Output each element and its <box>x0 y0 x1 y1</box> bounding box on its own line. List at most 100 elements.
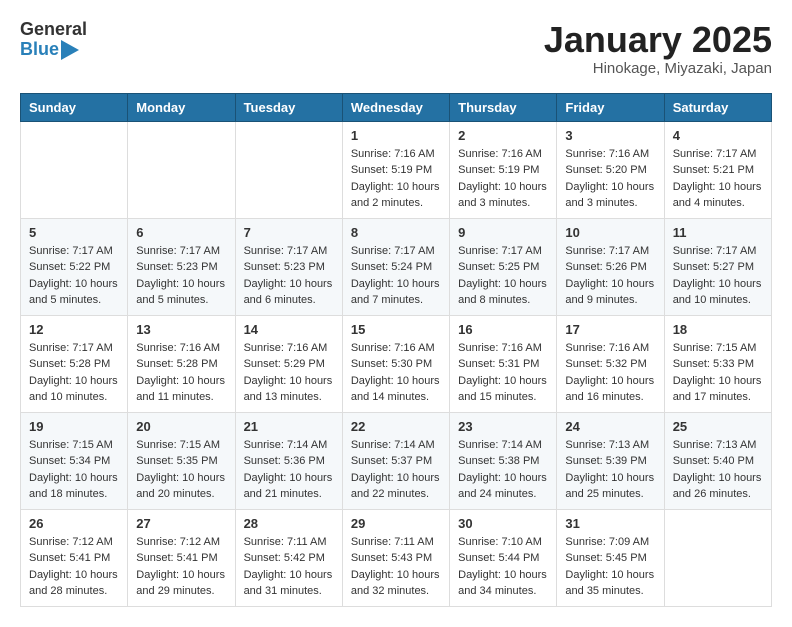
day-info: Sunrise: 7:16 AM Sunset: 5:28 PM Dayligh… <box>136 340 226 406</box>
day-number: 25 <box>673 419 763 434</box>
day-number: 11 <box>673 225 763 240</box>
calendar-cell <box>235 121 342 218</box>
calendar-cell: 18Sunrise: 7:15 AM Sunset: 5:33 PM Dayli… <box>664 315 771 412</box>
calendar-cell <box>664 509 771 606</box>
day-info: Sunrise: 7:15 AM Sunset: 5:34 PM Dayligh… <box>29 437 119 503</box>
day-number: 31 <box>565 516 655 531</box>
calendar-cell: 3Sunrise: 7:16 AM Sunset: 5:20 PM Daylig… <box>557 121 664 218</box>
day-number: 14 <box>244 322 334 337</box>
calendar-cell: 1 Sunrise: 7:16 AM Sunset: 5:19 PM Daylig… <box>342 121 449 218</box>
day-info: Sunrise: 7:14 AM Sunset: 5:38 PM Dayligh… <box>458 437 548 503</box>
weekday-header-monday: Monday <box>128 93 235 121</box>
day-info: Sunrise: 7:14 AM Sunset: 5:37 PM Dayligh… <box>351 437 441 503</box>
day-info: Sunrise: 7:13 AM Sunset: 5:39 PM Dayligh… <box>565 437 655 503</box>
calendar-cell: 12 Sunrise: 7:17 AM Sunset: 5:28 PM Dayli… <box>21 315 128 412</box>
calendar-cell: 25Sunrise: 7:13 AM Sunset: 5:40 PM Dayli… <box>664 412 771 509</box>
day-info: Sunrise: 7:16 AM Sunset: 5:19 PM Dayligh… <box>351 146 441 212</box>
day-info: Sunrise: 7:17 AM Sunset: 5:28 PM Dayligh… <box>29 340 119 406</box>
day-info: Sunrise: 7:15 AM Sunset: 5:33 PM Dayligh… <box>673 340 763 406</box>
logo-general-text: General <box>20 20 87 40</box>
day-number: 23 <box>458 419 548 434</box>
day-number: 5 <box>29 225 119 240</box>
weekday-header-friday: Friday <box>557 93 664 121</box>
calendar-cell: 27 Sunrise: 7:12 AM Sunset: 5:41 PM Dayli… <box>128 509 235 606</box>
calendar-cell: 29Sunrise: 7:11 AM Sunset: 5:43 PM Dayli… <box>342 509 449 606</box>
logo: General Blue <box>20 20 87 60</box>
calendar-week-row: 19 Sunrise: 7:15 AM Sunset: 5:34 PM Dayli… <box>21 412 772 509</box>
day-info: Sunrise: 7:17 AM Sunset: 5:25 PM Dayligh… <box>458 243 548 309</box>
calendar-cell: 16 Sunrise: 7:16 AM Sunset: 5:31 PM Dayli… <box>450 315 557 412</box>
calendar-cell: 30 Sunrise: 7:10 AM Sunset: 5:44 PM Dayli… <box>450 509 557 606</box>
day-number: 4 <box>673 128 763 143</box>
day-number: 29 <box>351 516 441 531</box>
day-number: 19 <box>29 419 119 434</box>
day-number: 22 <box>351 419 441 434</box>
calendar-cell: 6Sunrise: 7:17 AM Sunset: 5:23 PM Daylig… <box>128 218 235 315</box>
calendar-week-row: 26 Sunrise: 7:12 AM Sunset: 5:41 PM Dayli… <box>21 509 772 606</box>
logo-blue-text: Blue <box>20 40 59 60</box>
day-info: Sunrise: 7:17 AM Sunset: 5:21 PM Dayligh… <box>673 146 763 212</box>
day-info: Sunrise: 7:10 AM Sunset: 5:44 PM Dayligh… <box>458 534 548 600</box>
day-number: 17 <box>565 322 655 337</box>
day-info: Sunrise: 7:16 AM Sunset: 5:32 PM Dayligh… <box>565 340 655 406</box>
calendar-cell: 28Sunrise: 7:11 AM Sunset: 5:42 PM Dayli… <box>235 509 342 606</box>
calendar-cell: 9Sunrise: 7:17 AM Sunset: 5:25 PM Daylig… <box>450 218 557 315</box>
logo-arrow-icon <box>61 40 79 60</box>
calendar-table: SundayMondayTuesdayWednesdayThursdayFrid… <box>20 93 772 607</box>
day-number: 15 <box>351 322 441 337</box>
day-number: 16 <box>458 322 548 337</box>
title-block: January 2025 Hinokage, Miyazaki, Japan <box>544 20 772 77</box>
calendar-cell: 7 Sunrise: 7:17 AM Sunset: 5:23 PM Daylig… <box>235 218 342 315</box>
day-number: 13 <box>136 322 226 337</box>
day-number: 1 <box>351 128 441 143</box>
calendar-cell: 5 Sunrise: 7:17 AM Sunset: 5:22 PM Daylig… <box>21 218 128 315</box>
calendar-cell: 24Sunrise: 7:13 AM Sunset: 5:39 PM Dayli… <box>557 412 664 509</box>
calendar-cell: 31Sunrise: 7:09 AM Sunset: 5:45 PM Dayli… <box>557 509 664 606</box>
day-number: 8 <box>351 225 441 240</box>
day-info: Sunrise: 7:17 AM Sunset: 5:27 PM Dayligh… <box>673 243 763 309</box>
day-number: 7 <box>244 225 334 240</box>
location-subtitle: Hinokage, Miyazaki, Japan <box>544 60 772 77</box>
day-number: 26 <box>29 516 119 531</box>
calendar-cell: 11 Sunrise: 7:17 AM Sunset: 5:27 PM Dayli… <box>664 218 771 315</box>
day-info: Sunrise: 7:17 AM Sunset: 5:24 PM Dayligh… <box>351 243 441 309</box>
calendar-cell: 23 Sunrise: 7:14 AM Sunset: 5:38 PM Dayli… <box>450 412 557 509</box>
calendar-week-row: 12 Sunrise: 7:17 AM Sunset: 5:28 PM Dayli… <box>21 315 772 412</box>
day-info: Sunrise: 7:12 AM Sunset: 5:41 PM Dayligh… <box>136 534 226 600</box>
calendar-cell: 26Sunrise: 7:12 AM Sunset: 5:41 PM Dayli… <box>21 509 128 606</box>
calendar-cell: 2Sunrise: 7:16 AM Sunset: 5:19 PM Daylig… <box>450 121 557 218</box>
day-number: 3 <box>565 128 655 143</box>
calendar-cell: 13 Sunrise: 7:16 AM Sunset: 5:28 PM Dayli… <box>128 315 235 412</box>
day-info: Sunrise: 7:14 AM Sunset: 5:36 PM Dayligh… <box>244 437 334 503</box>
day-info: Sunrise: 7:17 AM Sunset: 5:22 PM Dayligh… <box>29 243 119 309</box>
day-number: 21 <box>244 419 334 434</box>
calendar-cell: 22 Sunrise: 7:14 AM Sunset: 5:37 PM Dayli… <box>342 412 449 509</box>
day-info: Sunrise: 7:16 AM Sunset: 5:31 PM Dayligh… <box>458 340 548 406</box>
calendar-week-row: 1 Sunrise: 7:16 AM Sunset: 5:19 PM Daylig… <box>21 121 772 218</box>
weekday-header-thursday: Thursday <box>450 93 557 121</box>
calendar-cell: 14 Sunrise: 7:16 AM Sunset: 5:29 PM Dayli… <box>235 315 342 412</box>
calendar-cell <box>128 121 235 218</box>
day-info: Sunrise: 7:16 AM Sunset: 5:30 PM Dayligh… <box>351 340 441 406</box>
day-number: 20 <box>136 419 226 434</box>
day-number: 10 <box>565 225 655 240</box>
day-info: Sunrise: 7:17 AM Sunset: 5:26 PM Dayligh… <box>565 243 655 309</box>
day-info: Sunrise: 7:17 AM Sunset: 5:23 PM Dayligh… <box>244 243 334 309</box>
calendar-cell <box>21 121 128 218</box>
calendar-cell: 20Sunrise: 7:15 AM Sunset: 5:35 PM Dayli… <box>128 412 235 509</box>
day-number: 12 <box>29 322 119 337</box>
calendar-cell: 15 Sunrise: 7:16 AM Sunset: 5:30 PM Dayli… <box>342 315 449 412</box>
weekday-header-wednesday: Wednesday <box>342 93 449 121</box>
page-header: General Blue January 2025 Hinokage, Miya… <box>20 20 772 77</box>
day-number: 27 <box>136 516 226 531</box>
day-info: Sunrise: 7:16 AM Sunset: 5:29 PM Dayligh… <box>244 340 334 406</box>
weekday-header-tuesday: Tuesday <box>235 93 342 121</box>
calendar-cell: 4 Sunrise: 7:17 AM Sunset: 5:21 PM Daylig… <box>664 121 771 218</box>
weekday-header-row: SundayMondayTuesdayWednesdayThursdayFrid… <box>21 93 772 121</box>
calendar-cell: 10 Sunrise: 7:17 AM Sunset: 5:26 PM Dayli… <box>557 218 664 315</box>
month-title: January 2025 <box>544 20 772 60</box>
weekday-header-sunday: Sunday <box>21 93 128 121</box>
calendar-cell: 8 Sunrise: 7:17 AM Sunset: 5:24 PM Daylig… <box>342 218 449 315</box>
day-number: 30 <box>458 516 548 531</box>
calendar-cell: 21 Sunrise: 7:14 AM Sunset: 5:36 PM Dayli… <box>235 412 342 509</box>
